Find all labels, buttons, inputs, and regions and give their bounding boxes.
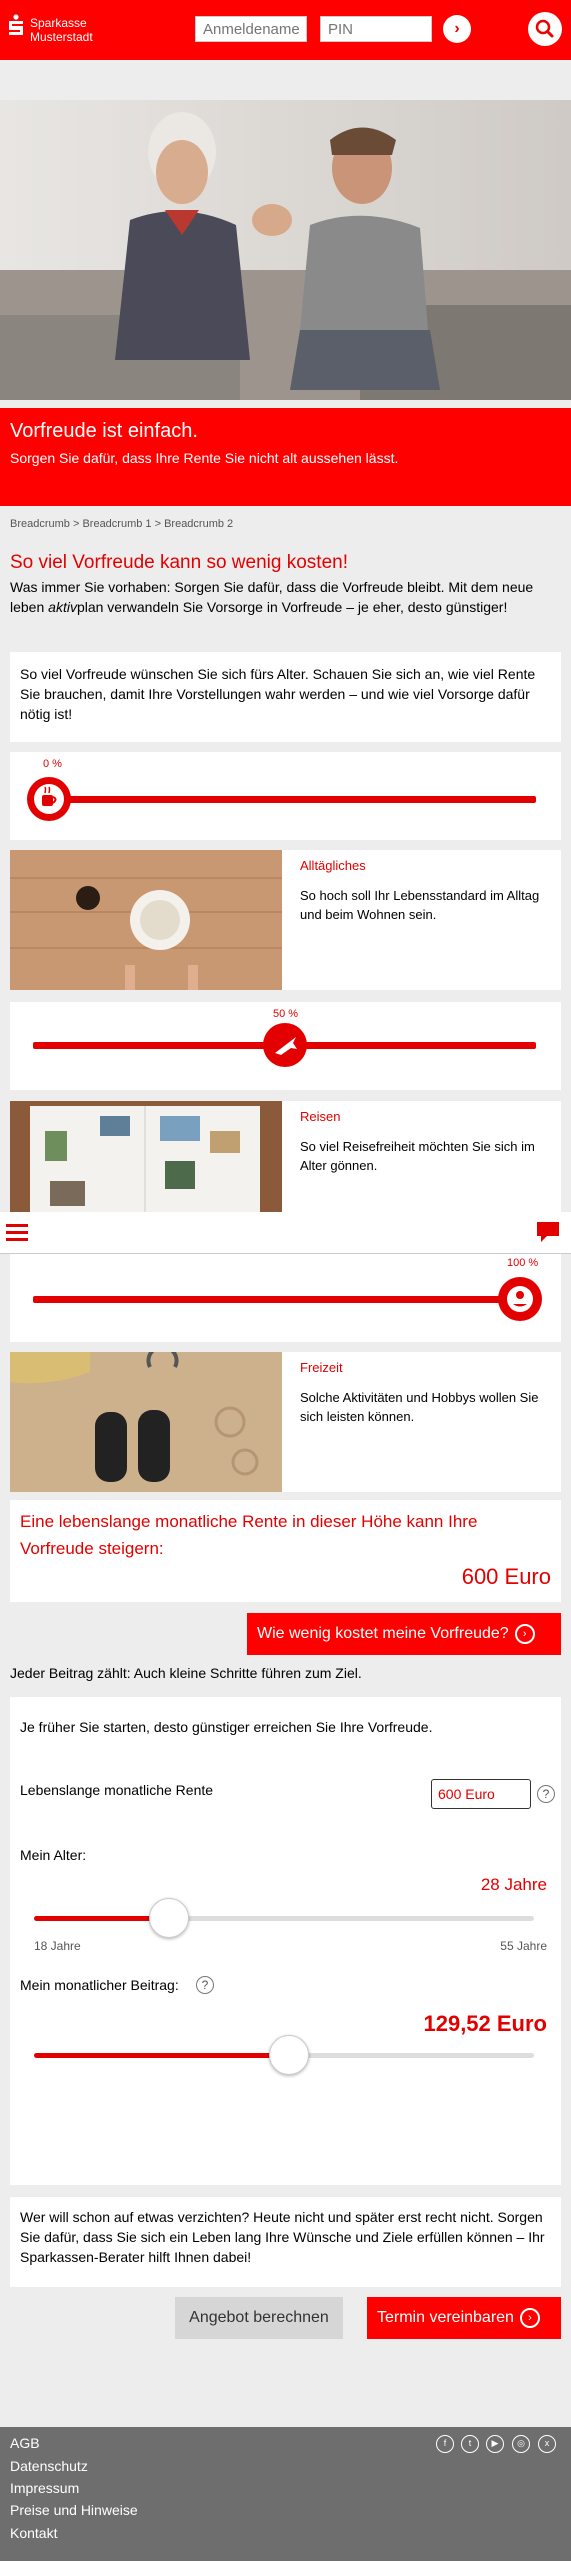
- slider-knob[interactable]: [27, 777, 71, 821]
- pin-input[interactable]: [320, 16, 432, 42]
- twitter-icon[interactable]: t: [461, 2435, 479, 2453]
- breadcrumb[interactable]: Breadcrumb > Breadcrumb 1 > Breadcrumb 2: [10, 518, 233, 530]
- breakfast-image: [10, 850, 282, 990]
- category-card-reisen: Reisen So viel Reisefreiheit möchten Sie…: [10, 1101, 561, 1212]
- slider-card-reisen: 50 %: [10, 1002, 561, 1090]
- slider-card-alltag: 0 %: [10, 752, 561, 840]
- chevron-right-icon: ›: [454, 20, 460, 37]
- category-title: Alltägliches: [300, 858, 366, 873]
- bottom-text-card: Wer will schon auf etwas verzichten? Heu…: [10, 2197, 561, 2287]
- username-input[interactable]: [195, 16, 307, 42]
- hero-banner: Vorfreude ist einfach. Sorgen Sie dafür,…: [0, 408, 571, 506]
- facebook-icon[interactable]: f: [436, 2435, 454, 2453]
- rente-label: Lebenslange monatliche Rente: [20, 1782, 214, 1798]
- age-min-label: 18 Jahre: [34, 1939, 81, 1953]
- beitrag-slider-fill: [34, 2053, 289, 2058]
- footer-link-datenschutz[interactable]: Datenschutz: [10, 2458, 88, 2474]
- help-icon[interactable]: ?: [196, 1976, 214, 1994]
- search-button[interactable]: [528, 12, 562, 46]
- sparkasse-logo[interactable]: Sparkasse Musterstadt: [8, 12, 138, 48]
- cost-cta-button[interactable]: Wie wenig kostet meine Vorfreude? ›: [247, 1613, 561, 1655]
- slider-knob[interactable]: [263, 1023, 307, 1067]
- slider-percent: 100 %: [507, 1257, 539, 1269]
- bank-name-line2: Musterstadt: [30, 30, 93, 44]
- banner-subtitle: Sorgen Sie dafür, dass Ihre Rente Sie ni…: [10, 450, 399, 466]
- result-heading: Eine lebenslange monatliche Rente in die…: [20, 1512, 478, 1558]
- login-submit-button[interactable]: ›: [443, 15, 471, 43]
- footer-link-preise[interactable]: Preise und Hinweise: [10, 2502, 138, 2518]
- search-icon: [535, 19, 554, 38]
- calculator-intro: Je früher Sie starten, desto günstiger e…: [20, 1719, 433, 1735]
- banner-title: Vorfreude ist einfach.: [10, 420, 198, 442]
- slider-percent: 0 %: [43, 758, 62, 770]
- cup-icon: [34, 784, 64, 814]
- rente-input[interactable]: 600 Euro: [431, 1779, 531, 1809]
- boots-image: [10, 1352, 282, 1492]
- instagram-icon[interactable]: ◎: [512, 2435, 530, 2453]
- xing-icon[interactable]: x: [538, 2435, 556, 2453]
- hamburger-menu-icon: [6, 1224, 28, 1241]
- age-max-label: 55 Jahre: [500, 1939, 547, 1953]
- slider-card-freizeit: 100 %: [10, 1254, 561, 1342]
- chat-icon: [537, 1222, 559, 1242]
- book-appointment-button[interactable]: Termin vereinbaren ›: [367, 2297, 561, 2339]
- help-icon[interactable]: ?: [537, 1785, 555, 1803]
- age-label: Mein Alter:: [20, 1847, 87, 1863]
- intro-text: Was immer Sie vorhaben: Sorgen Sie dafür…: [10, 579, 534, 615]
- calculator-card: Je früher Sie starten, desto günstiger e…: [10, 1697, 561, 2185]
- hero-image: [0, 100, 571, 400]
- mobile-sticky-bar: [0, 1212, 571, 1254]
- category-text: So hoch soll Ihr Lebensstandard im Allta…: [300, 888, 540, 922]
- page-title: So viel Vorfreude kann so wenig kosten!: [10, 552, 348, 573]
- category-card-freizeit: Freizeit Solche Aktivitäten und Hobbys w…: [10, 1352, 561, 1492]
- chevron-right-circle-icon: ›: [519, 2307, 540, 2328]
- slider-percent: 50 %: [273, 1008, 299, 1020]
- category-card-alltag: Alltägliches So hoch soll Ihr Lebensstan…: [10, 850, 561, 990]
- hamburger-menu-button[interactable]: [6, 1222, 28, 1242]
- photo-album-image: [10, 1101, 282, 1212]
- beitrag-slider-knob[interactable]: [269, 2035, 309, 2075]
- chevron-right-circle-icon: ›: [514, 1623, 535, 1644]
- youtube-icon[interactable]: ▶: [486, 2435, 504, 2453]
- intro-italic: aktiv: [48, 599, 77, 615]
- slider-knob[interactable]: [498, 1277, 542, 1321]
- question-card: So viel Vorfreude wünschen Sie sich fürs…: [10, 652, 561, 742]
- age-slider-knob[interactable]: [149, 1898, 189, 1938]
- hint-text: Jeder Beitrag zählt: Auch kleine Schritt…: [10, 1665, 362, 1681]
- footer-link-impressum[interactable]: Impressum: [10, 2480, 79, 2496]
- smiley-icon: [507, 1286, 533, 1312]
- footer-link-kontakt[interactable]: Kontakt: [10, 2525, 57, 2541]
- age-value: 28 Jahre: [480, 1875, 547, 1894]
- category-title: Reisen: [300, 1109, 341, 1124]
- sparkasse-s-icon: [9, 14, 23, 35]
- slider-track[interactable]: [33, 1296, 533, 1303]
- category-title: Freizeit: [300, 1360, 343, 1375]
- slider-track[interactable]: [28, 796, 536, 803]
- bank-name-line1: Sparkasse: [30, 16, 87, 30]
- plane-icon: [275, 1037, 297, 1055]
- category-text: So viel Reisefreiheit möchten Sie sich i…: [300, 1139, 535, 1173]
- site-header: Sparkasse Musterstadt ›: [0, 0, 571, 60]
- calculate-offer-button[interactable]: Angebot berechnen: [175, 2297, 343, 2339]
- footer-link-agb[interactable]: AGB: [10, 2435, 40, 2451]
- beitrag-value: 129,52 Euro: [423, 2011, 547, 2036]
- result-card: Eine lebenslange monatliche Rente in die…: [10, 1500, 561, 1602]
- site-footer: AGB Datenschutz Impressum Preise und Hin…: [0, 2427, 571, 2561]
- result-value: 600 Euro: [461, 1564, 551, 1589]
- beitrag-label: Mein monatlicher Beitrag:: [20, 1977, 179, 1993]
- chat-button[interactable]: [535, 1220, 561, 1244]
- category-text: Solche Aktivitäten und Hobbys wollen Sie…: [300, 1390, 539, 1424]
